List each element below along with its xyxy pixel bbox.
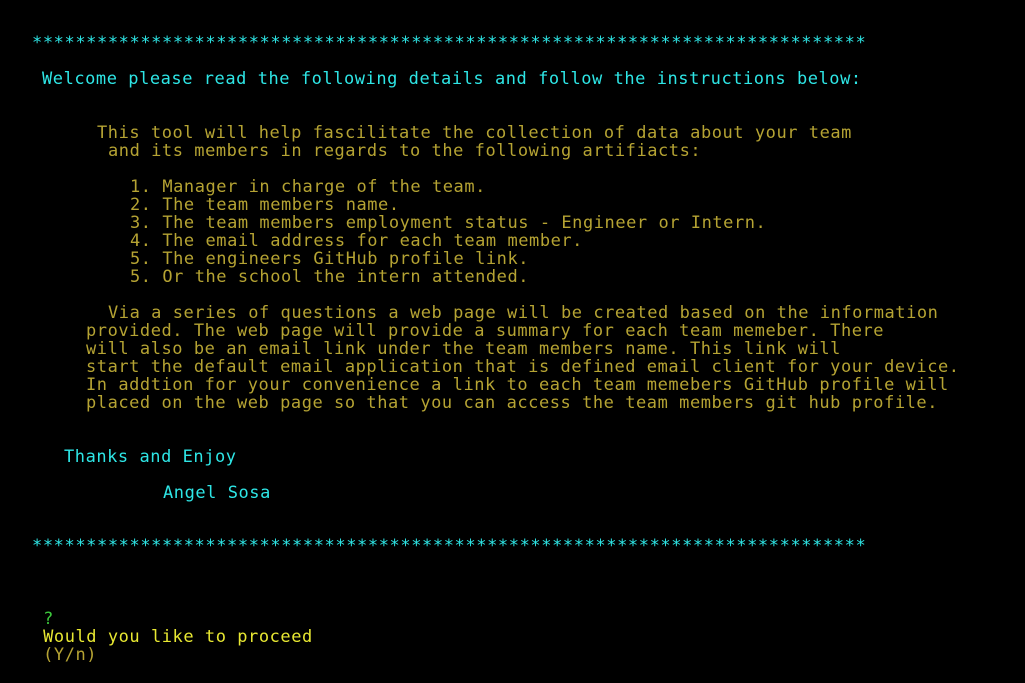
terminal-window: ****************************************… bbox=[0, 0, 1025, 664]
welcome-heading: Welcome please read the following detail… bbox=[42, 69, 862, 89]
prompt-question-marker-icon: ? bbox=[43, 609, 54, 629]
author-name: Angel Sosa bbox=[163, 483, 271, 503]
list-item-4: 4. The email address for each team membe… bbox=[130, 231, 583, 251]
list-item-1: 1. Manager in charge of the team. bbox=[130, 177, 486, 197]
description-line-4: start the default email application that… bbox=[86, 357, 960, 377]
prompt-yes-no-hint: (Y/n) bbox=[43, 645, 98, 665]
proceed-prompt[interactable]: ? Would you like to proceed (Y/n) bbox=[0, 592, 313, 682]
list-item-5: 5. The engineers GitHub profile link. bbox=[130, 249, 530, 269]
list-item-3: 3. The team members employment status - … bbox=[130, 213, 767, 233]
list-item-6: 5. Or the school the intern attended. bbox=[130, 267, 530, 287]
description-line-2: provided. The web page will provide a su… bbox=[86, 321, 885, 341]
top-star-border: ****************************************… bbox=[32, 33, 867, 53]
prompt-question-text: Would you like to proceed bbox=[43, 627, 313, 647]
description-line-3: will also be an email link under the tea… bbox=[86, 339, 841, 359]
bottom-star-border: ****************************************… bbox=[32, 536, 867, 556]
intro-line-1: This tool will help fascilitate the coll… bbox=[97, 123, 852, 143]
description-line-5: In addtion for your convenience a link t… bbox=[86, 375, 949, 395]
description-line-1: Via a series of questions a web page wil… bbox=[108, 303, 939, 323]
intro-line-2: and its members in regards to the follow… bbox=[108, 141, 702, 161]
description-line-6: placed on the web page so that you can a… bbox=[86, 393, 939, 413]
list-item-2: 2. The team members name. bbox=[130, 195, 400, 215]
thanks-text: Thanks and Enjoy bbox=[64, 447, 237, 467]
